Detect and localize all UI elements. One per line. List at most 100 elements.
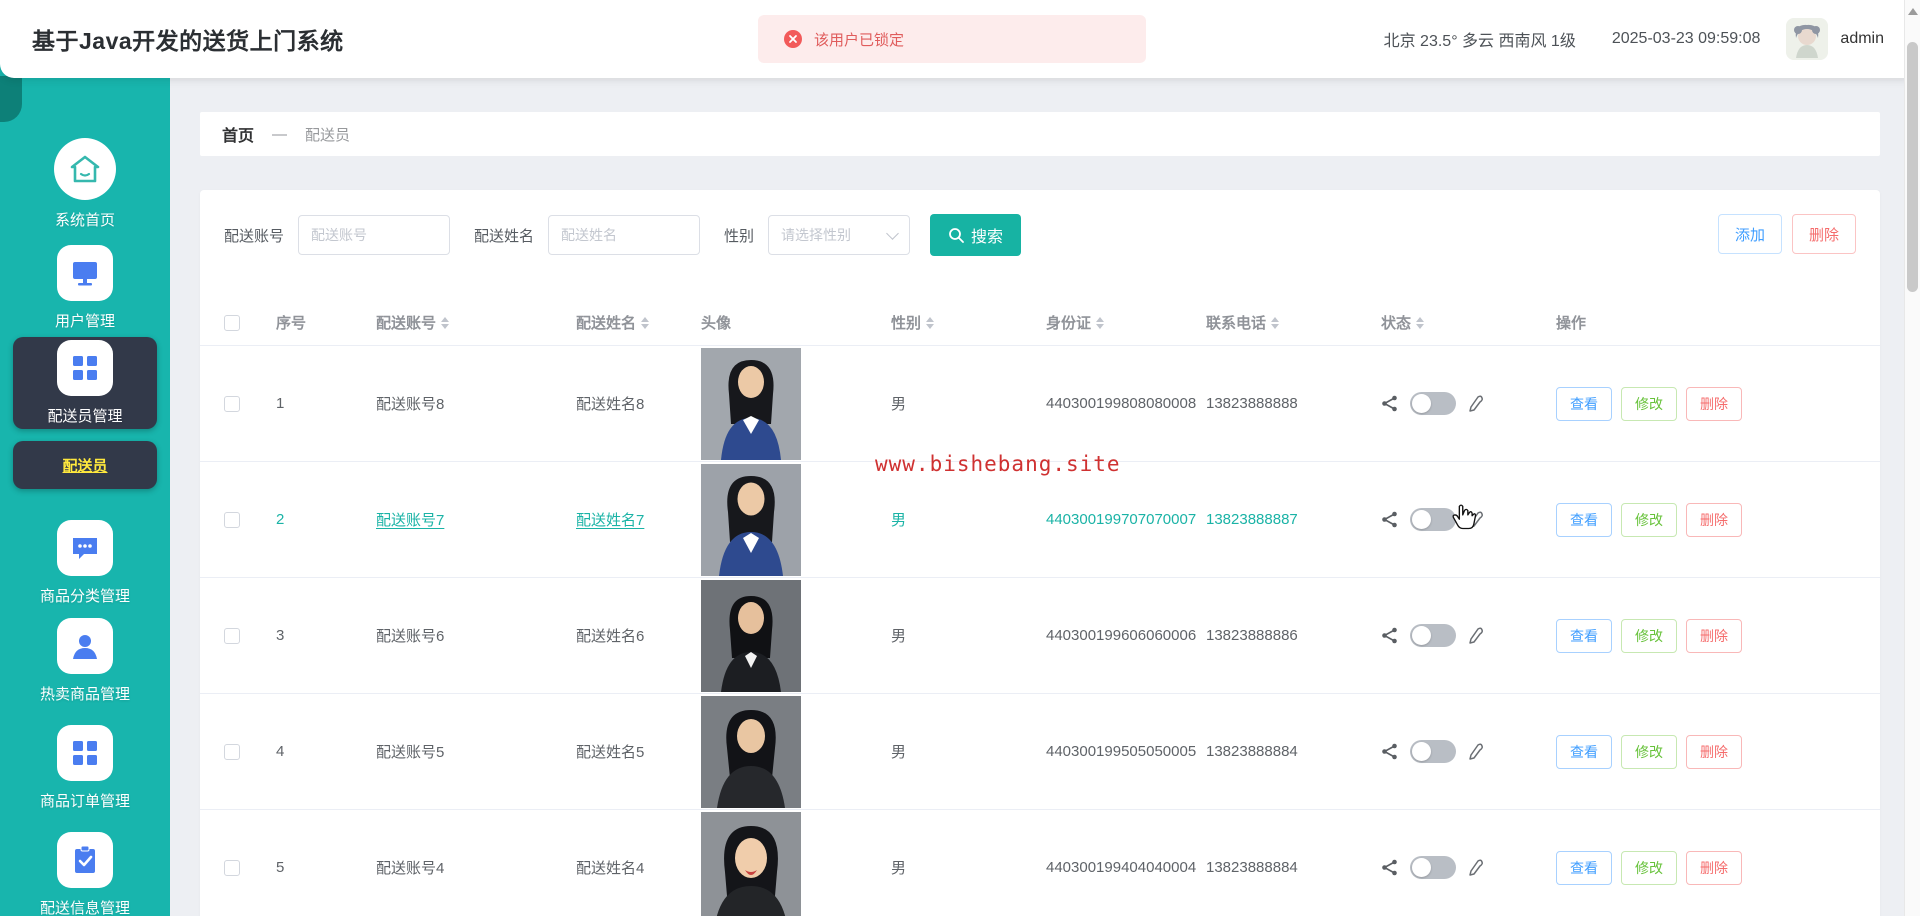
sidebar-item-couriers-mgmt[interactable]: 配送员管理 (13, 337, 157, 429)
col-index[interactable]: 序号 (276, 312, 376, 333)
courier-photo (701, 811, 801, 916)
status-toggle[interactable] (1410, 508, 1456, 531)
status-toggle[interactable] (1410, 624, 1456, 647)
pen-icon[interactable] (1468, 858, 1484, 877)
status-toggle[interactable] (1410, 856, 1456, 879)
cell-name[interactable]: 配送姓名7 (576, 509, 701, 530)
filter-row: 配送账号 配送姓名 性别 请选择性别 搜索 (224, 214, 1022, 256)
courier-photo (701, 579, 801, 692)
sidebar-subitem-courier[interactable]: 配送员 (13, 441, 157, 489)
sidebar-item-label: 商品订单管理 (39, 793, 130, 810)
col-gender[interactable]: 性别 (891, 312, 1046, 333)
sort-icon[interactable] (926, 316, 935, 329)
table-row[interactable]: 1 配送账号8 配送姓名8 男 440300199808080008 13823… (200, 346, 1880, 462)
view-button[interactable]: 查看 (1556, 502, 1612, 537)
sidebar-item-hot-products[interactable]: 热卖商品管理 (0, 618, 170, 704)
cell-idcard: 440300199808080008 (1046, 395, 1197, 412)
scroll-up-icon[interactable] (1907, 8, 1918, 15)
sort-icon[interactable] (441, 316, 450, 329)
cell-operations: 查看 修改 删除 (1556, 502, 1856, 537)
view-button[interactable]: 查看 (1556, 850, 1612, 885)
sidebar-item-users[interactable]: 用户管理 (0, 245, 170, 331)
cell-phone: 13823888886 (1206, 627, 1298, 644)
delete-row-button[interactable]: 删除 (1686, 502, 1742, 537)
col-avatar: 头像 (701, 315, 732, 332)
col-account[interactable]: 配送账号 (376, 312, 576, 333)
share-icon[interactable] (1381, 859, 1398, 876)
cell-gender: 男 (891, 396, 907, 413)
row-checkbox[interactable] (224, 743, 240, 760)
search-button-label: 搜索 (971, 229, 1004, 246)
col-name[interactable]: 配送姓名 (576, 312, 701, 333)
col-phone[interactable]: 联系电话 (1206, 312, 1381, 333)
sidebar-item-home[interactable]: 系统首页 (0, 138, 170, 230)
view-button[interactable]: 查看 (1556, 734, 1612, 769)
sidebar-item-delivery-info[interactable]: 配送信息管理 (0, 832, 170, 916)
share-icon[interactable] (1381, 743, 1398, 760)
delete-button[interactable]: 删除 (1791, 214, 1856, 254)
avatar[interactable] (1786, 18, 1829, 60)
breadcrumb: 首页 — 配送员 (200, 112, 1880, 156)
row-checkbox[interactable] (224, 859, 240, 876)
gender-filter-label: 性别 (724, 227, 755, 245)
pen-icon[interactable] (1468, 394, 1484, 413)
pen-icon[interactable] (1468, 626, 1484, 645)
col-idcard[interactable]: 身份证 (1046, 312, 1206, 333)
sidebar-item-orders[interactable]: 商品订单管理 (0, 725, 170, 811)
table-row-hovered[interactable]: 2 配送账号7 配送姓名7 男 440300199707070007 13823… (200, 462, 1880, 578)
delete-row-button[interactable]: 删除 (1686, 850, 1742, 885)
add-button[interactable]: 添加 (1717, 214, 1782, 254)
cell-phone: 13823888884 (1206, 743, 1298, 760)
table-row[interactable]: 4 配送账号5 配送姓名5 男 440300199505050005 13823… (200, 694, 1880, 810)
row-checkbox[interactable] (224, 627, 240, 644)
status-toggle[interactable] (1410, 740, 1456, 763)
chat-icon (57, 520, 113, 576)
view-button[interactable]: 查看 (1556, 386, 1612, 421)
table-row[interactable]: 3 配送账号6 配送姓名6 男 440300199606060006 13823… (200, 578, 1880, 694)
edit-button[interactable]: 修改 (1621, 850, 1677, 885)
sort-icon[interactable] (641, 316, 650, 329)
app-root: 系统首页 用户管理 配送员管理 配送员 商品分类管理 热卖商品管理 商品订单管理… (0, 0, 1920, 916)
username[interactable]: admin (1840, 30, 1884, 48)
row-checkbox[interactable] (224, 511, 240, 528)
sidebar-item-label: 热卖商品管理 (39, 686, 130, 703)
view-button[interactable]: 查看 (1556, 618, 1612, 653)
status-toggle[interactable] (1410, 392, 1456, 415)
row-checkbox[interactable] (224, 395, 240, 412)
watermark: www.bishebang.site (875, 452, 1121, 476)
share-icon[interactable] (1381, 395, 1398, 412)
share-icon[interactable] (1381, 627, 1398, 644)
courier-photo (701, 347, 801, 460)
cell-status (1381, 740, 1556, 763)
error-icon (784, 30, 802, 48)
delete-row-button[interactable]: 删除 (1686, 618, 1742, 653)
search-button[interactable]: 搜索 (930, 214, 1022, 256)
name-filter-input[interactable] (548, 215, 701, 255)
cell-gender: 男 (891, 628, 907, 645)
share-icon[interactable] (1381, 511, 1398, 528)
pen-icon[interactable] (1468, 742, 1484, 761)
vertical-scrollbar[interactable] (1904, 0, 1920, 916)
gender-select[interactable]: 请选择性别 (768, 215, 911, 255)
breadcrumb-home[interactable]: 首页 (222, 122, 254, 146)
cell-phone: 13823888887 (1206, 511, 1298, 528)
delete-row-button[interactable]: 删除 (1686, 386, 1742, 421)
delete-row-button[interactable]: 删除 (1686, 734, 1742, 769)
scrollbar-thumb[interactable] (1907, 42, 1918, 292)
cell-account[interactable]: 配送账号7 (376, 509, 576, 530)
edit-button[interactable]: 修改 (1621, 502, 1677, 537)
col-status[interactable]: 状态 (1381, 312, 1556, 333)
account-filter-input[interactable] (298, 215, 451, 255)
sort-icon[interactable] (1416, 316, 1425, 329)
cell-operations: 查看 修改 删除 (1556, 618, 1856, 653)
select-all-checkbox[interactable] (224, 314, 240, 331)
table-actions: 添加 删除 (1717, 214, 1856, 254)
sidebar-item-categories[interactable]: 商品分类管理 (0, 520, 170, 606)
edit-button[interactable]: 修改 (1621, 386, 1677, 421)
table-row[interactable]: 5 配送账号4 配送姓名4 男 440300199404040004 13823… (200, 810, 1880, 916)
sort-icon[interactable] (1096, 316, 1105, 329)
edit-button[interactable]: 修改 (1621, 734, 1677, 769)
edit-button[interactable]: 修改 (1621, 618, 1677, 653)
sort-icon[interactable] (1271, 316, 1280, 329)
pen-icon[interactable] (1468, 510, 1484, 529)
